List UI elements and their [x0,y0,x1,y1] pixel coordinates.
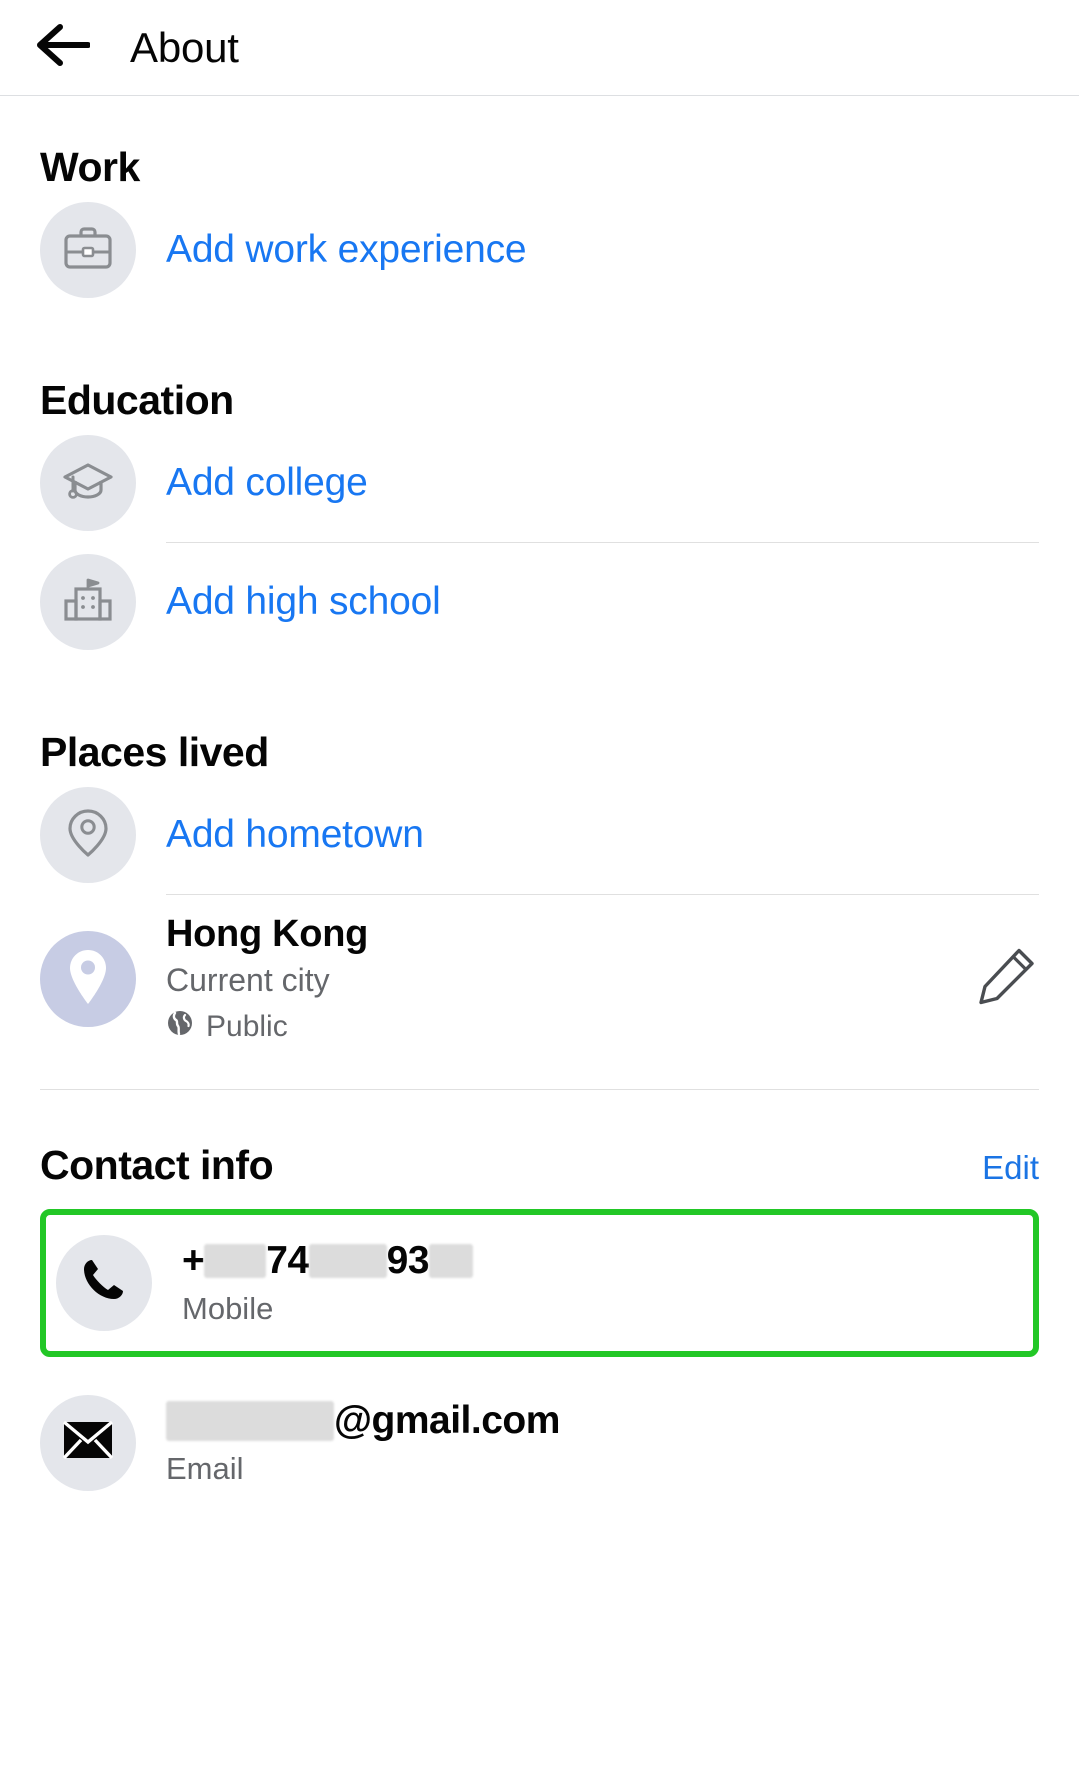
add-hometown-row[interactable]: Add hometown [40,776,1039,894]
add-college-label[interactable]: Add college [166,461,1039,505]
phone-digits-1: 74 [266,1239,309,1282]
work-section-title: Work [40,144,140,190]
phone-body: +74 93 Mobile [182,1239,1033,1327]
location-pin-filled-icon [65,948,111,1011]
places-lived-section-title: Places lived [40,729,269,775]
graduation-cap-icon [61,456,115,511]
places-lived-section: Places lived Add hometown Hong Kong Curr… [0,729,1079,1063]
work-section: Work Add work experience [0,144,1079,309]
add-work-experience-row[interactable]: Add work experience [40,191,1039,309]
contact-info-section-title: Contact info [40,1142,274,1188]
location-pin-outline-icon-wrapper [40,787,136,883]
email-body: @gmail.com Email [166,1399,1039,1487]
contact-info-edit-link[interactable]: Edit [982,1149,1039,1187]
add-college-body: Add college [166,461,1039,505]
education-section-title: Education [40,377,234,423]
page-title: About [130,23,239,71]
contact-info-section: Contact info Edit +74 93 Mobile @gmail.c… [0,1142,1079,1507]
app-header: About [0,0,1079,96]
email-row[interactable]: @gmail.com Email [40,1379,1039,1507]
school-building-icon-wrapper [40,554,136,650]
current-city-subtitle: Current city [166,962,330,998]
phone-row[interactable]: +74 93 Mobile [56,1219,1033,1347]
phone-icon [80,1255,128,1312]
add-work-experience-body: Add work experience [166,228,1039,272]
briefcase-icon [62,224,114,277]
briefcase-icon-wrapper [40,202,136,298]
phone-prefix: + [182,1239,205,1282]
add-hometown-body: Add hometown [166,813,1039,857]
phone-digits-2: 93 [386,1239,430,1282]
education-section: Education Add college Add high school [0,377,1079,661]
add-college-row[interactable]: Add college [40,424,1039,542]
current-city-name: Hong Kong [166,913,369,955]
email-domain: @gmail.com [334,1399,560,1442]
phone-redaction-3 [429,1244,474,1278]
phone-row-highlight: +74 93 Mobile [40,1209,1039,1357]
globe-icon [166,1009,194,1045]
add-high-school-body: Add high school [166,580,1039,624]
school-building-icon [62,575,114,630]
current-city-row[interactable]: Hong Kong Current city Public [40,895,1039,1063]
envelope-icon [62,1419,114,1468]
contact-section-divider [40,1089,1039,1090]
envelope-icon-wrapper [40,1395,136,1491]
contact-info-header: Contact info Edit [40,1142,1039,1189]
phone-redaction-2 [308,1244,387,1278]
phone-label: Mobile [182,1291,274,1326]
current-city-privacy-label: Public [206,1010,288,1043]
current-city-body: Hong Kong Current city Public [166,913,1039,1045]
add-work-experience-label[interactable]: Add work experience [166,228,1039,272]
phone-number: +74 93 [182,1239,1033,1283]
email-label: Email [166,1451,244,1486]
email-redaction [166,1401,334,1441]
graduation-cap-icon-wrapper [40,435,136,531]
add-high-school-row[interactable]: Add high school [40,543,1039,661]
phone-redaction-1 [204,1244,267,1278]
location-pin-filled-icon-wrapper [40,931,136,1027]
back-button[interactable] [34,19,92,77]
add-high-school-label[interactable]: Add high school [166,580,1039,624]
pencil-icon [975,948,1037,1012]
arrow-left-icon [36,23,91,72]
email-address: @gmail.com [166,1399,1039,1443]
edit-current-city-button[interactable] [975,946,1037,1013]
current-city-privacy: Public [166,1009,1039,1045]
location-pin-outline-icon [65,806,111,865]
add-hometown-label[interactable]: Add hometown [166,813,1039,857]
phone-icon-wrapper [56,1235,152,1331]
